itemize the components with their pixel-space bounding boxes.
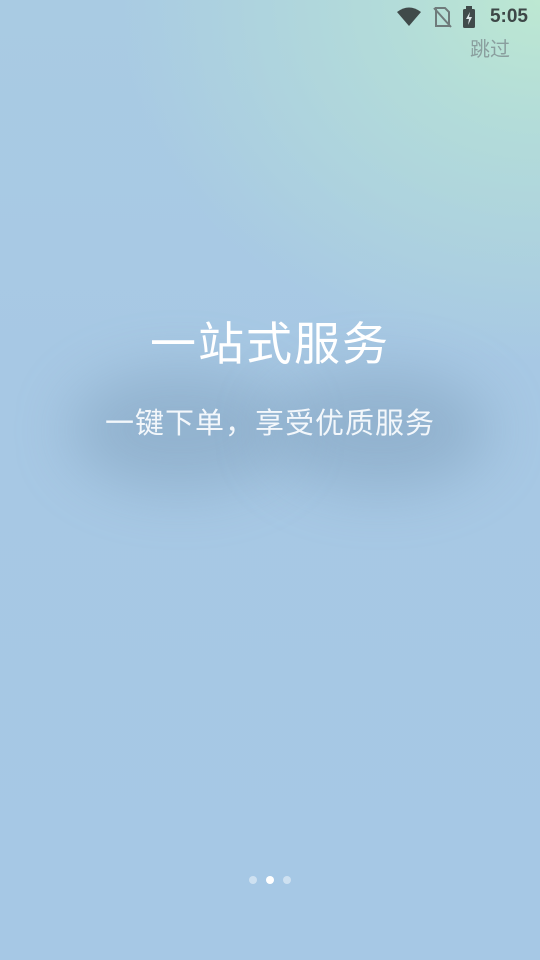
status-time: 5:05 [489,6,528,27]
slide-title: 一站式服务 [150,317,390,371]
page-dot-1[interactable] [249,876,257,884]
status-bar: 5:05 [0,0,540,36]
wifi-icon [396,7,422,27]
background [0,0,540,960]
page-indicator [0,876,540,884]
page-dot-3[interactable] [283,876,291,884]
battery-charging-icon [462,6,476,28]
no-sim-icon [432,6,452,28]
skip-button[interactable]: 跳过 [470,33,510,62]
status-icons: 5:05 [396,6,528,28]
slide-subtitle: 一键下单，享受优质服务 [104,406,435,440]
page-dot-2-active[interactable] [266,876,274,884]
